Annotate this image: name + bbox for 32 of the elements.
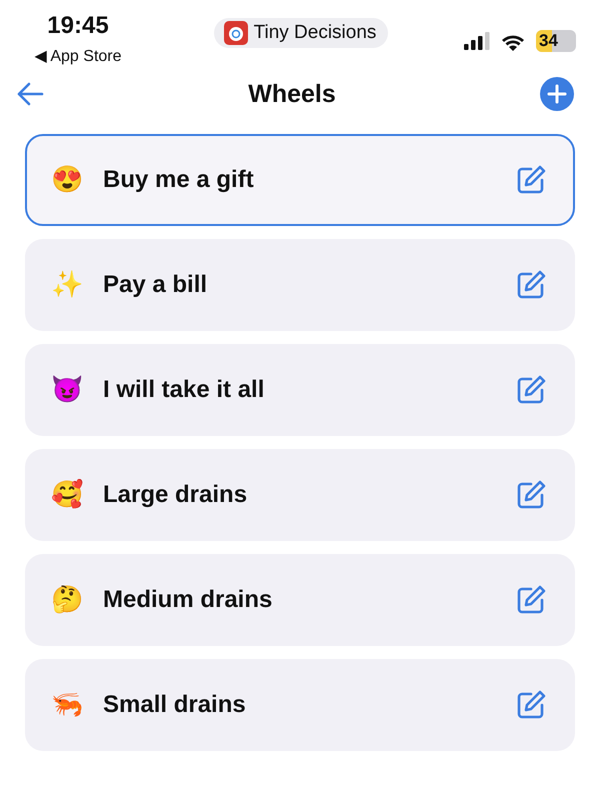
wheel-name: Buy me a gift — [103, 166, 255, 194]
wheel-name: Pay a bill — [103, 271, 208, 299]
wheel-name: Small drains — [103, 691, 247, 719]
edit-icon[interactable] — [515, 584, 547, 616]
emoji-icon: 🦐 — [51, 690, 89, 720]
emoji-icon: 😍 — [51, 165, 89, 195]
app-logo-icon — [224, 21, 248, 45]
wheel-row[interactable]: ✨ Pay a bill — [25, 239, 575, 331]
edit-icon[interactable] — [515, 164, 547, 196]
wheel-row[interactable]: 😍 Buy me a gift — [25, 134, 575, 226]
edit-icon[interactable] — [515, 479, 547, 511]
edit-icon[interactable] — [515, 374, 547, 406]
wheel-row[interactable]: 😈 I will take it all — [25, 344, 575, 436]
signal-icon — [464, 32, 490, 50]
emoji-icon: ✨ — [51, 270, 89, 300]
screen-title: Wheels — [248, 80, 336, 108]
emoji-icon: 😈 — [51, 375, 89, 405]
wheel-row[interactable]: 🤔 Medium drains — [25, 554, 575, 646]
wheel-name: Medium drains — [103, 586, 274, 614]
back-arrow-icon[interactable] — [16, 82, 44, 106]
back-to-app-link[interactable]: ◀ App Store — [34, 46, 122, 66]
add-button[interactable] — [540, 77, 574, 111]
clock-time: 19:45 — [47, 12, 109, 40]
edit-icon[interactable] — [515, 269, 547, 301]
emoji-icon: 🥰 — [51, 480, 89, 510]
wheel-name: Large drains — [103, 481, 248, 509]
emoji-icon: 🤔 — [51, 585, 89, 615]
edit-icon[interactable] — [515, 689, 547, 721]
app-pill[interactable]: Tiny Decisions — [214, 18, 388, 48]
wheel-row[interactable]: 🥰 Large drains — [25, 449, 575, 541]
wheel-name: I will take it all — [103, 376, 266, 404]
wheel-row[interactable]: 🦐 Small drains — [25, 659, 575, 751]
